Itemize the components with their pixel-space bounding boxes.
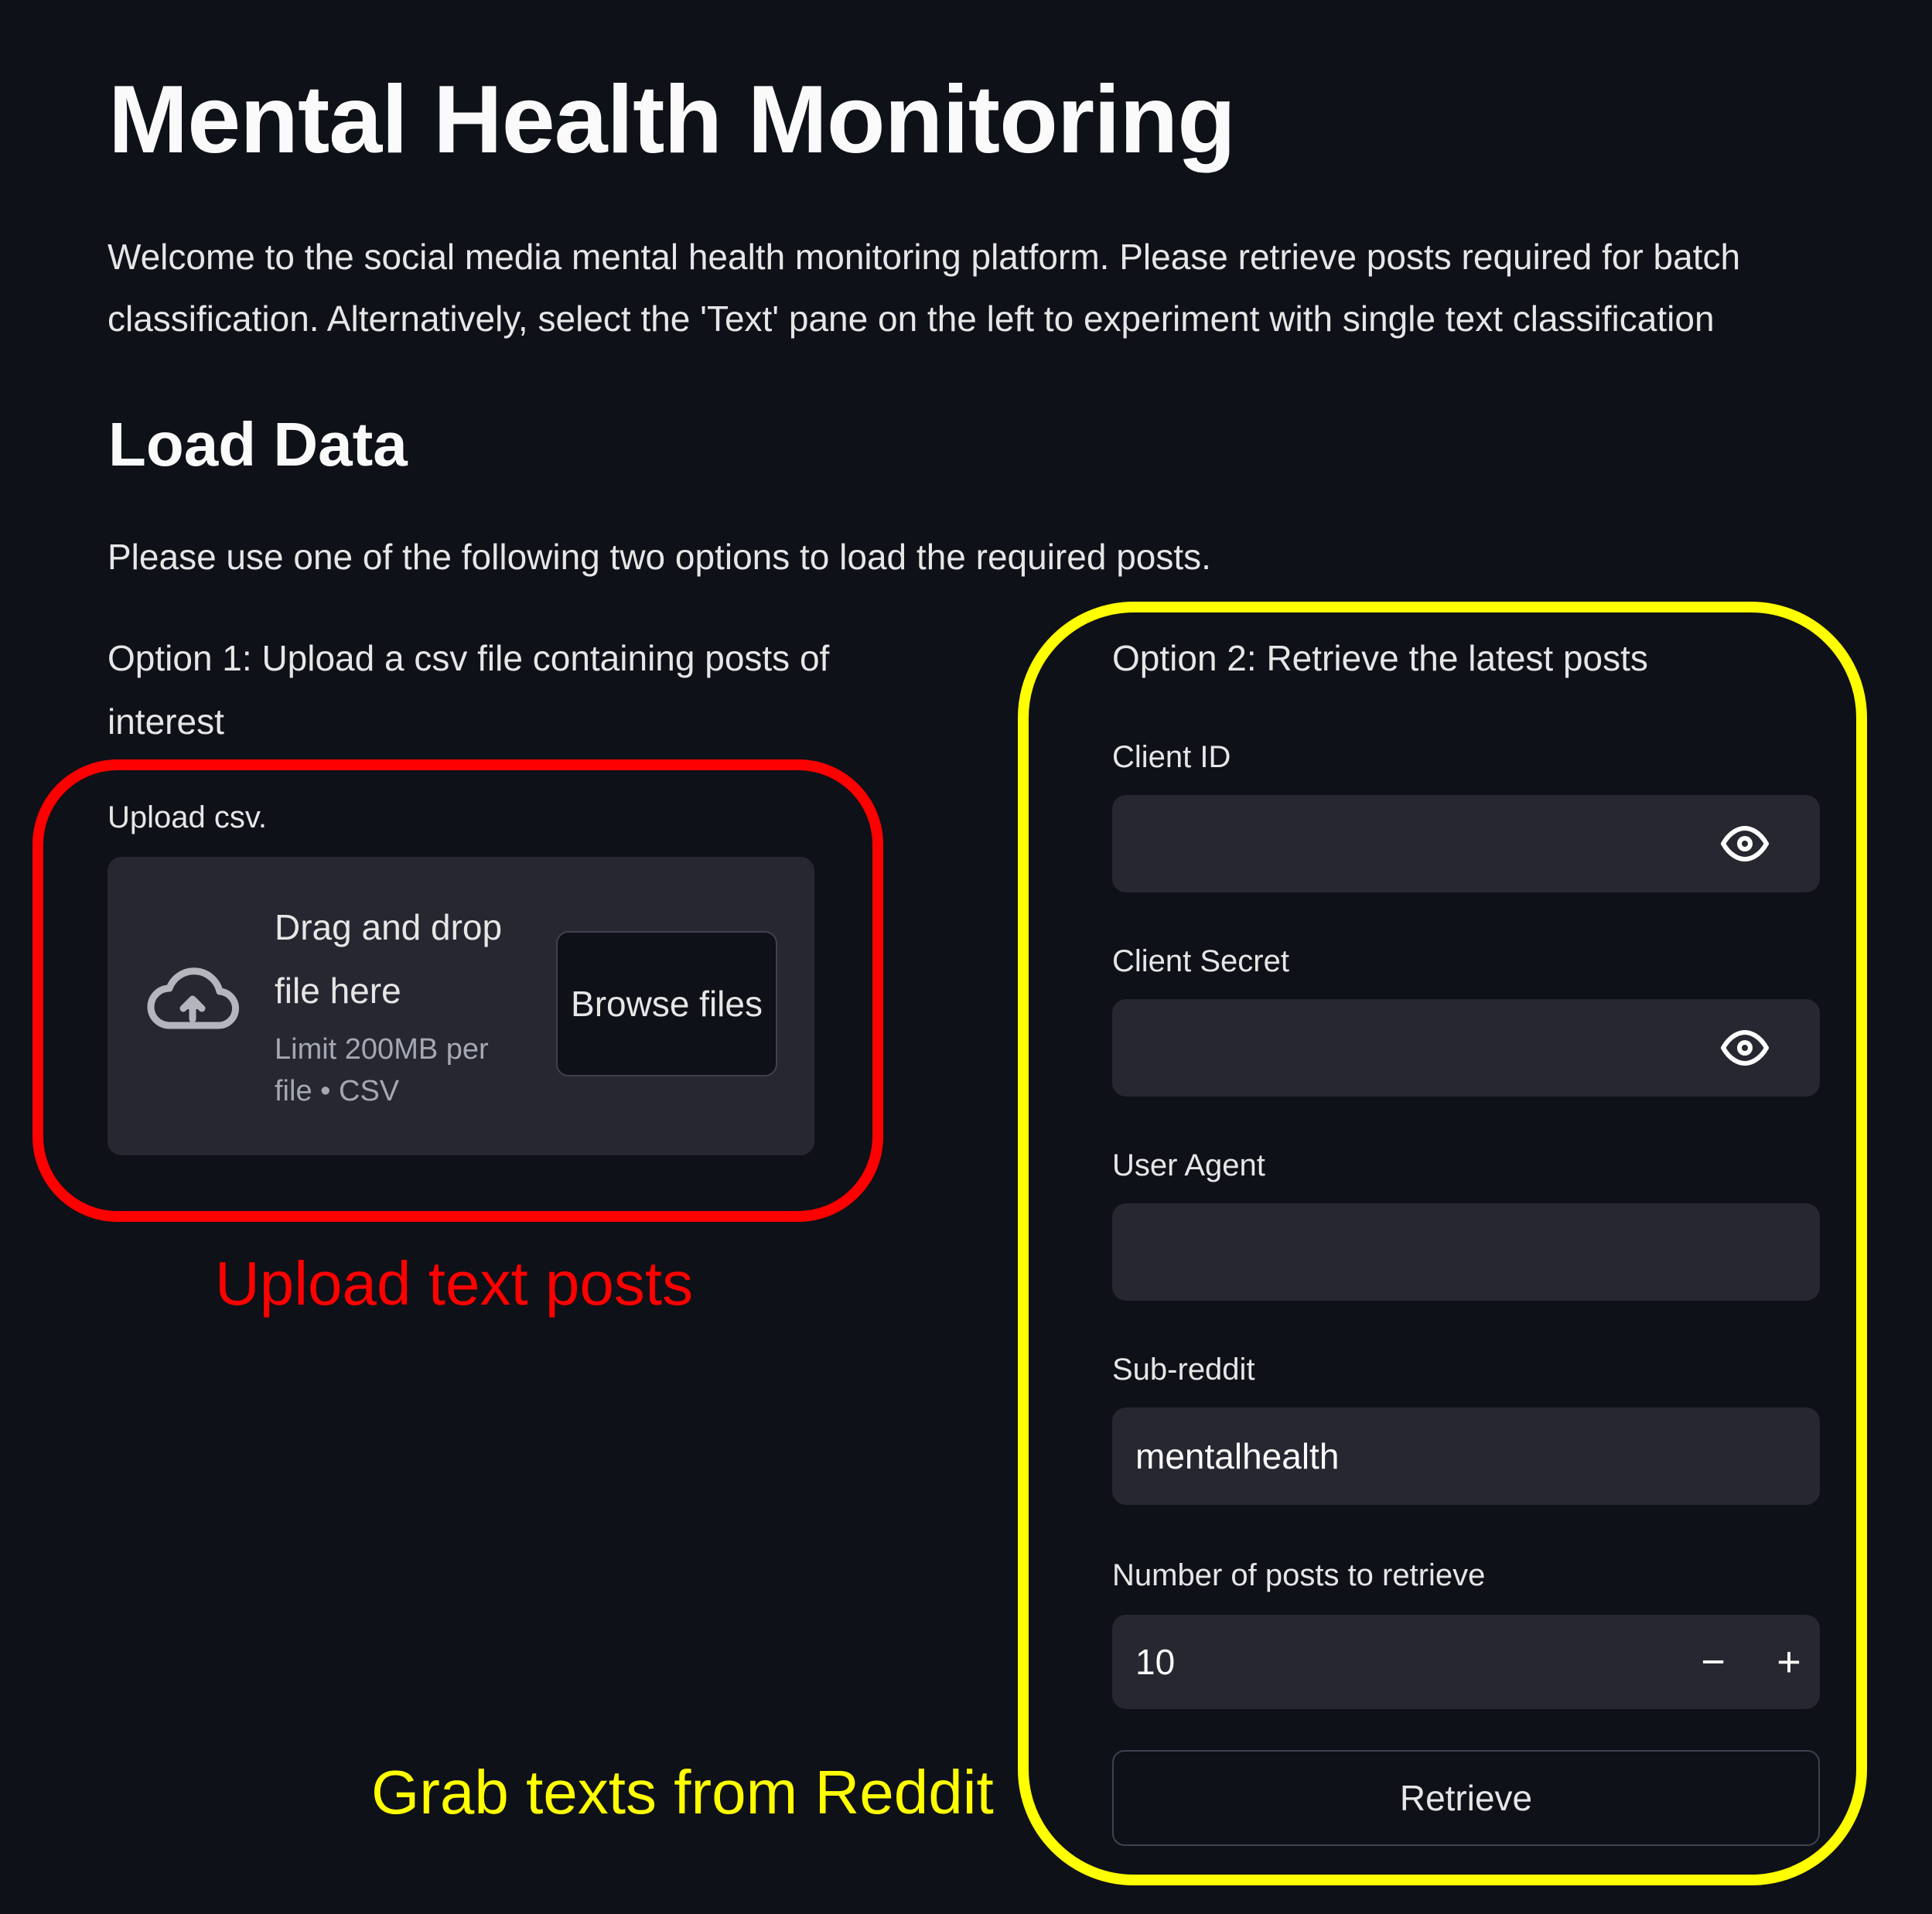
yellow-highlight-box [1018, 602, 1867, 1885]
option1-heading: Option 1: Upload a csv file containing p… [108, 638, 830, 742]
load-data-description: Please use one of the following two opti… [108, 537, 1211, 577]
page-title: Mental Health Monitoring [108, 67, 1236, 173]
annotation-reddit: Grab texts from Reddit [371, 1758, 994, 1827]
load-data-heading: Load Data [108, 410, 408, 479]
red-highlight-box [32, 759, 883, 1222]
intro-text: Welcome to the social media mental healt… [108, 237, 1741, 339]
annotation-upload: Upload text posts [215, 1249, 694, 1318]
